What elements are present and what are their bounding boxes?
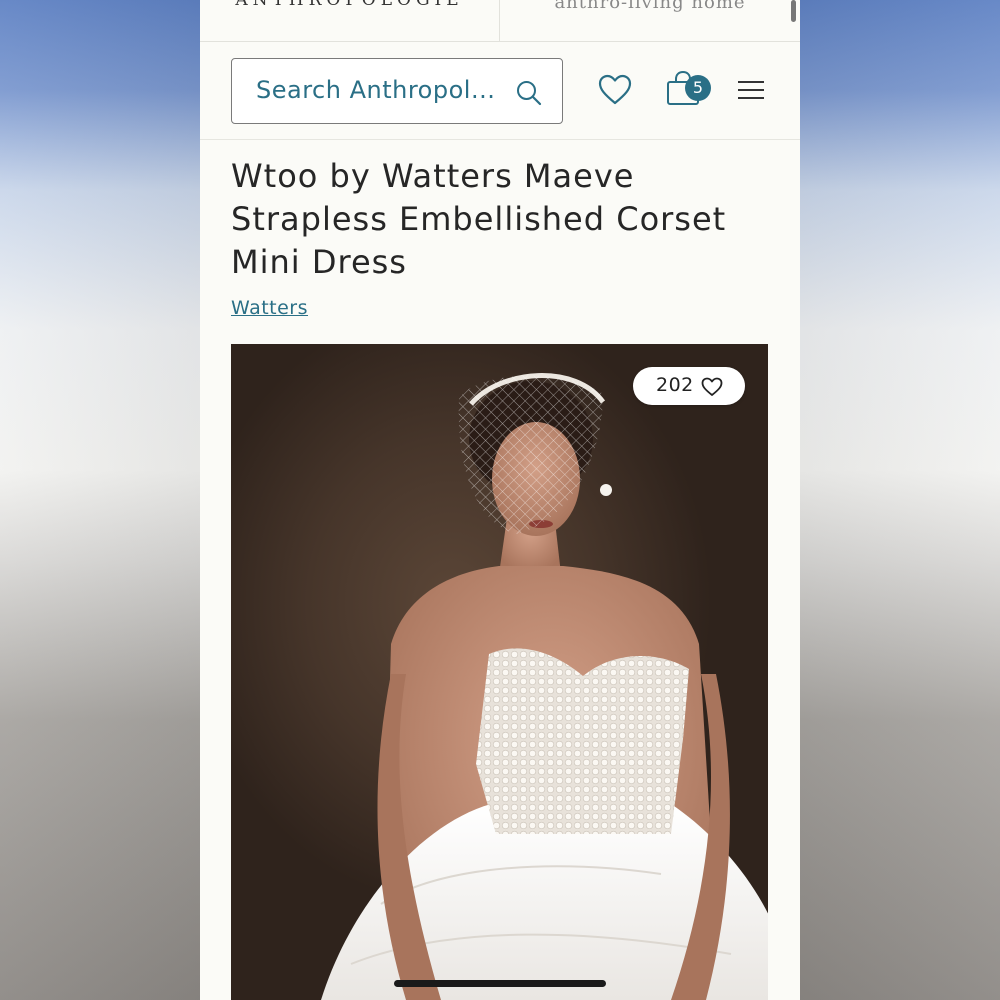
scrollbar[interactable]	[791, 0, 796, 22]
background-left	[0, 0, 200, 1000]
product-title: Wtoo by Watters Maeve Strapless Embellis…	[231, 157, 727, 281]
search-input[interactable]: Search Anthropol...	[231, 58, 563, 124]
model-photo	[321, 373, 768, 1000]
product-image[interactable]: 202	[231, 344, 768, 1000]
background-right	[800, 0, 1000, 1000]
hamburger-menu-icon[interactable]	[737, 78, 765, 102]
brand-link[interactable]: Watters	[231, 297, 308, 319]
heart-outline-icon	[701, 377, 723, 396]
site-header: Search Anthropol... 5	[200, 42, 800, 140]
likes-count: 202	[656, 374, 694, 396]
phone-screen: ANTHROPOLOGIE anthro-living home Search …	[200, 0, 800, 1000]
search-placeholder: Search Anthropol...	[256, 76, 496, 104]
brand-switcher: ANTHROPOLOGIE anthro-living home	[200, 0, 800, 42]
home-indicator[interactable]	[394, 980, 606, 987]
search-icon[interactable]	[515, 79, 543, 107]
brand-logo-anthropologie: ANTHROPOLOGIE	[235, 0, 464, 10]
brand-tab-anthro-living[interactable]: anthro-living home	[499, 0, 800, 41]
bag-count-badge: 5	[685, 75, 711, 101]
brand-logo-anthro-living: anthro-living home	[554, 0, 746, 13]
heart-icon[interactable]	[598, 74, 632, 106]
brand-tab-anthropologie[interactable]: ANTHROPOLOGIE	[200, 0, 499, 41]
likes-button[interactable]: 202	[633, 367, 745, 405]
